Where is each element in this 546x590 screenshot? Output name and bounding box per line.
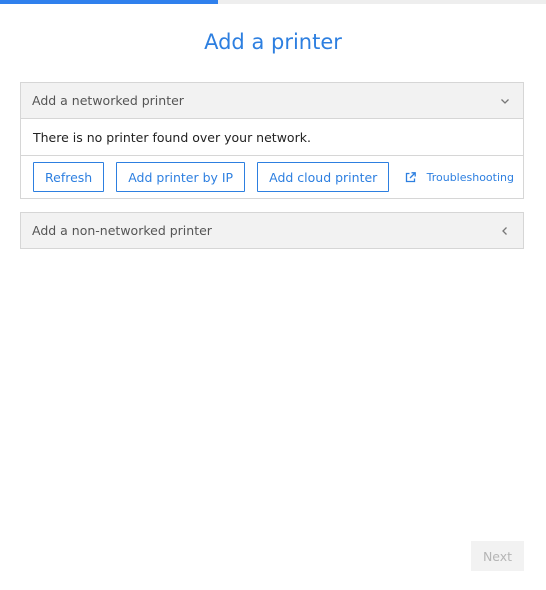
add-printer-dialog: Add a printer Add a networked printer Th… xyxy=(0,0,546,590)
progress-bar xyxy=(0,0,546,4)
chevron-left-icon xyxy=(502,226,507,235)
no-printer-message-text: There is no printer found over your netw… xyxy=(33,129,311,145)
progress-bar-fill xyxy=(0,0,219,4)
troubleshooting-label: Troubleshooting xyxy=(426,170,514,184)
no-printer-message: There is no printer found over your netw… xyxy=(21,118,523,155)
chevron-down-icon xyxy=(501,98,509,104)
page-title: Add a printer xyxy=(204,30,342,54)
add-printer-by-ip-button[interactable]: Add printer by IP xyxy=(116,162,246,192)
networked-printer-header[interactable]: Add a networked printer xyxy=(21,83,523,118)
networked-printer-header-label: Add a networked printer xyxy=(32,93,184,108)
refresh-button[interactable]: Refresh xyxy=(33,162,105,192)
next-button[interactable]: Next xyxy=(471,541,524,571)
external-link-icon xyxy=(405,171,416,182)
non-networked-printer-header[interactable]: Add a non-networked printer xyxy=(21,213,523,248)
add-cloud-printer-button[interactable]: Add cloud printer xyxy=(257,162,390,192)
non-networked-printer-section: Add a non-networked printer xyxy=(20,212,524,249)
networked-printer-actions: Refresh Add printer by IP Add cloud prin… xyxy=(21,155,523,198)
non-networked-printer-header-label: Add a non-networked printer xyxy=(32,223,212,238)
networked-printer-section: Add a networked printer There is no prin… xyxy=(20,82,524,199)
troubleshooting-link[interactable]: Troubleshooting xyxy=(404,171,514,184)
